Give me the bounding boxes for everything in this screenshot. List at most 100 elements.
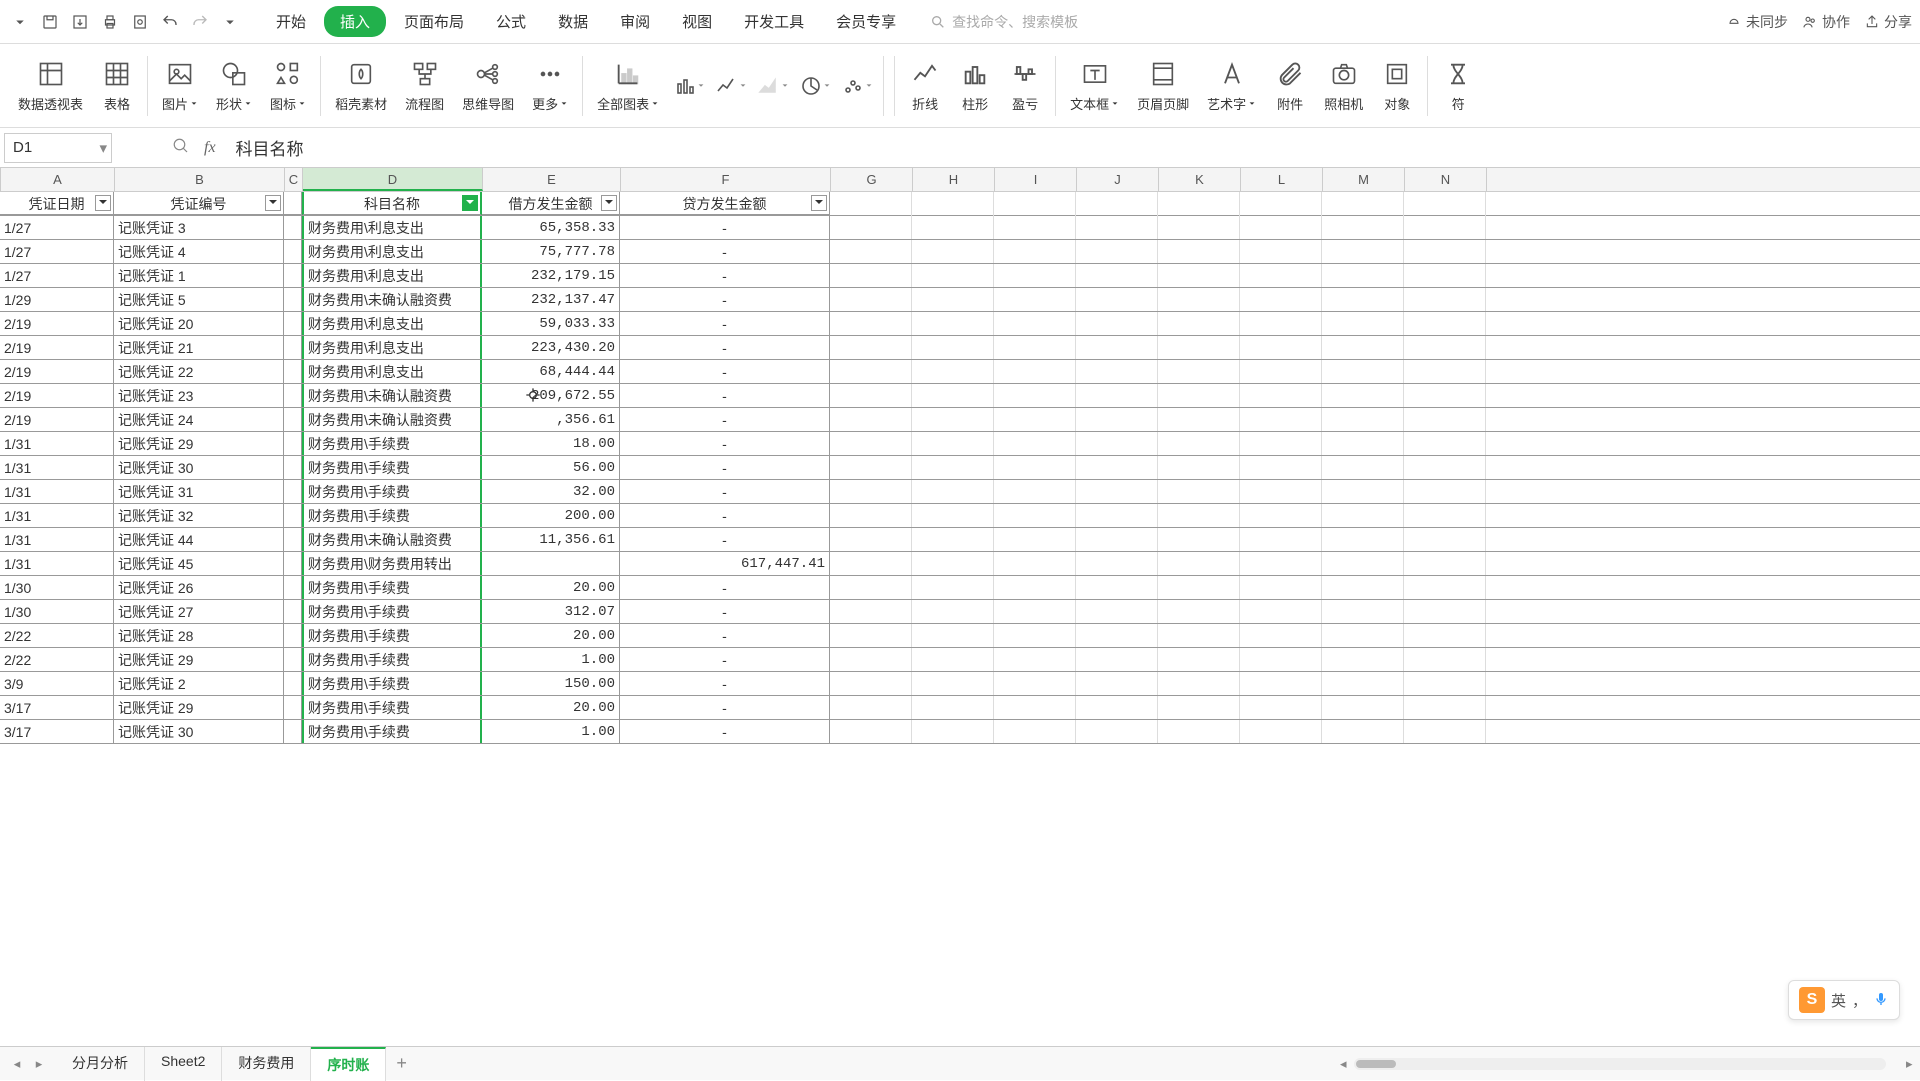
cell[interactable]: 1/31: [0, 504, 114, 527]
cell[interactable]: -: [620, 720, 830, 743]
cell[interactable]: 11,356.61: [482, 528, 620, 551]
cell[interactable]: 1/27: [0, 240, 114, 263]
cell[interactable]: 记账凭证 31: [114, 480, 284, 503]
cell[interactable]: 财务费用\未确认融资费: [302, 408, 482, 431]
col-header-J[interactable]: J: [1077, 168, 1159, 191]
cell[interactable]: 记账凭证 4: [114, 240, 284, 263]
cell[interactable]: 200.00: [482, 504, 620, 527]
ribbon-艺术字[interactable]: 艺术字: [1199, 58, 1264, 113]
menu-tab-8[interactable]: 会员专享: [822, 5, 910, 38]
ribbon-照相机[interactable]: 照相机: [1316, 58, 1371, 113]
cell[interactable]: 20.00: [482, 696, 620, 719]
hscroll-right-icon[interactable]: ▸: [1906, 1056, 1920, 1072]
cell[interactable]: 59,033.33: [482, 312, 620, 335]
menu-tab-7[interactable]: 开发工具: [730, 5, 818, 38]
redo-icon[interactable]: [188, 10, 212, 34]
cell[interactable]: [284, 624, 302, 647]
ribbon-柱形[interactable]: 柱形: [951, 58, 999, 113]
col-header-F[interactable]: F: [621, 168, 831, 191]
cell[interactable]: [284, 360, 302, 383]
menu-tab-3[interactable]: 公式: [482, 5, 540, 38]
table-row[interactable]: 1/31记账凭证 44财务费用\未确认融资费11,356.61-: [0, 528, 1920, 552]
scrollbar-thumb[interactable]: [1356, 1060, 1396, 1068]
cell[interactable]: 财务费用\手续费: [302, 576, 482, 599]
ribbon-盈亏[interactable]: 盈亏: [1001, 58, 1049, 113]
cell[interactable]: 财务费用\手续费: [302, 504, 482, 527]
add-sheet-button[interactable]: +: [386, 1053, 417, 1074]
ribbon-附件[interactable]: 附件: [1266, 58, 1314, 113]
cell[interactable]: 32.00: [482, 480, 620, 503]
cell[interactable]: 312.07: [482, 600, 620, 623]
cell[interactable]: 财务费用\利息支出: [302, 312, 482, 335]
export-icon[interactable]: [68, 10, 92, 34]
table-row[interactable]: 1/27记账凭证 4财务费用\利息支出75,777.78-: [0, 240, 1920, 264]
ime-indicator[interactable]: S 英 ，: [1788, 980, 1900, 1020]
cell[interactable]: 150.00: [482, 672, 620, 695]
cell[interactable]: 财务费用\未确认融资费: [302, 528, 482, 551]
cell[interactable]: 20.00: [482, 576, 620, 599]
cell[interactable]: 记账凭证 1: [114, 264, 284, 287]
table-row[interactable]: 1/30记账凭证 26财务费用\手续费20.00-: [0, 576, 1920, 600]
zoom-icon[interactable]: [172, 137, 190, 158]
col-header-C[interactable]: C: [285, 168, 303, 191]
cell[interactable]: [284, 288, 302, 311]
chart-type-0[interactable]: [669, 74, 709, 98]
cell[interactable]: 1/31: [0, 480, 114, 503]
cell[interactable]: 财务费用\手续费: [302, 624, 482, 647]
cell[interactable]: 1/27: [0, 216, 114, 239]
cell[interactable]: 记账凭证 22: [114, 360, 284, 383]
fx-icon[interactable]: fx: [204, 139, 216, 157]
ribbon-图标[interactable]: 图标: [262, 58, 314, 113]
table-row[interactable]: 2/19记账凭证 22财务费用\利息支出68,444.44-: [0, 360, 1920, 384]
cell[interactable]: 记账凭证 45: [114, 552, 284, 575]
table-row[interactable]: 1/29记账凭证 5财务费用\未确认融资费232,137.47-: [0, 288, 1920, 312]
cell[interactable]: 财务费用\手续费: [302, 432, 482, 455]
menu-tab-1[interactable]: 插入: [324, 6, 386, 37]
cell[interactable]: [284, 216, 302, 239]
cell[interactable]: 财务费用\利息支出: [302, 216, 482, 239]
table-row[interactable]: 1/30记账凭证 27财务费用\手续费312.07-: [0, 600, 1920, 624]
cell[interactable]: 2/19: [0, 384, 114, 407]
cell[interactable]: 财务费用\财务费用转出: [302, 552, 482, 575]
ribbon-表格[interactable]: 表格: [93, 58, 141, 113]
cell[interactable]: [284, 696, 302, 719]
command-search[interactable]: 查找命令、搜索模板: [930, 12, 1078, 32]
cell[interactable]: 财务费用\利息支出: [302, 240, 482, 263]
cell[interactable]: -: [620, 408, 830, 431]
cell[interactable]: 1/29: [0, 288, 114, 311]
cell[interactable]: -: [620, 648, 830, 671]
preview-icon[interactable]: [128, 10, 152, 34]
cell[interactable]: 2/22: [0, 648, 114, 671]
cell[interactable]: -: [620, 480, 830, 503]
cell[interactable]: 2/19: [0, 408, 114, 431]
cell[interactable]: 记账凭证 20: [114, 312, 284, 335]
cell[interactable]: 财务费用\手续费: [302, 720, 482, 743]
cell[interactable]: 68,444.44: [482, 360, 620, 383]
sheet-tab-分月分析[interactable]: 分月分析: [56, 1047, 145, 1081]
cell[interactable]: 1/30: [0, 600, 114, 623]
cell[interactable]: 记账凭证 30: [114, 720, 284, 743]
cell[interactable]: -: [620, 624, 830, 647]
table-row[interactable]: 3/17记账凭证 30财务费用\手续费1.00-: [0, 720, 1920, 744]
cell[interactable]: 财务费用\未确认融资费: [302, 384, 482, 407]
ribbon-形状[interactable]: 形状: [208, 58, 260, 113]
chart-type-2[interactable]: [753, 74, 793, 98]
cell[interactable]: 2/19: [0, 312, 114, 335]
cell[interactable]: 记账凭证 29: [114, 648, 284, 671]
cell[interactable]: 617,447.41: [620, 552, 830, 575]
cell[interactable]: 记账凭证 28: [114, 624, 284, 647]
table-row[interactable]: 2/19记账凭证 24财务费用\未确认融资费,356.61-: [0, 408, 1920, 432]
ribbon-页眉页脚[interactable]: 页眉页脚: [1129, 58, 1197, 113]
save-icon[interactable]: [38, 10, 62, 34]
formula-input[interactable]: 科目名称: [236, 135, 304, 160]
sheet-tab-财务费用[interactable]: 财务费用: [222, 1047, 311, 1081]
col-header-N[interactable]: N: [1405, 168, 1487, 191]
ribbon-文本框[interactable]: 文本框: [1062, 58, 1127, 113]
cell[interactable]: [482, 552, 620, 575]
table-row[interactable]: 1/31记账凭证 31财务费用\手续费32.00-: [0, 480, 1920, 504]
cell[interactable]: 记账凭证 26: [114, 576, 284, 599]
cell[interactable]: 记账凭证 27: [114, 600, 284, 623]
cell[interactable]: 财务费用\手续费: [302, 696, 482, 719]
cell[interactable]: -: [620, 504, 830, 527]
cell[interactable]: 1/30: [0, 576, 114, 599]
